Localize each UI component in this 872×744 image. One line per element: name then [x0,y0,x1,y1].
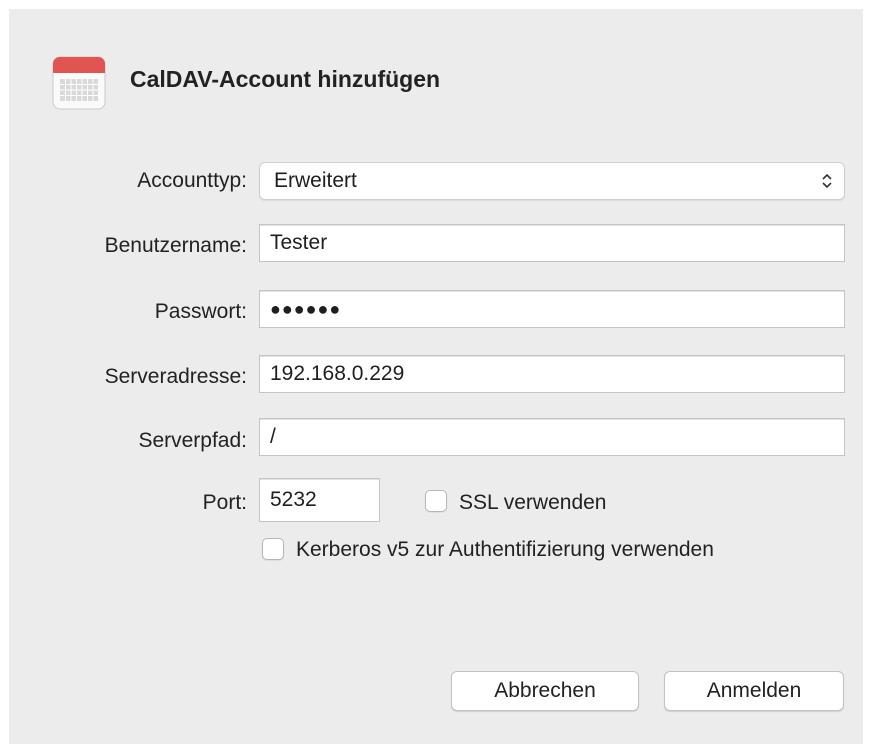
server-address-label: Serveradresse: [104,365,247,388]
port-label: Port: [202,491,247,514]
server-path-label: Serverpfad: [138,429,247,452]
account-type-select[interactable]: Erweitert [259,162,845,200]
password-field[interactable]: ●●●●●● [259,290,845,328]
cancel-button[interactable]: Abbrechen [451,671,639,711]
username-value: Tester [270,231,328,254]
password-value: ●●●●●● [270,299,342,319]
password-label: Passwort: [154,300,247,323]
kerberos-checkbox[interactable] [262,538,284,560]
username-label: Benutzername: [104,234,247,257]
server-path-value: / [270,425,276,448]
port-field[interactable]: 5232 [259,478,380,522]
server-path-field[interactable]: / [259,418,845,456]
dialog-title: CalDAV-Account hinzufügen [130,66,441,92]
server-address-value: 192.168.0.229 [270,362,405,385]
signin-button[interactable]: Anmelden [664,671,844,711]
account-type-label: Accounttyp: [137,169,247,192]
username-field[interactable]: Tester [259,224,845,262]
server-address-field[interactable]: 192.168.0.229 [259,355,845,393]
calendar-icon [52,56,106,110]
account-type-value: Erweitert [274,169,357,192]
ssl-checkbox[interactable] [425,490,447,512]
ssl-checkbox-label: SSL verwenden [459,491,607,514]
chevron-updown-icon [822,173,832,189]
port-value: 5232 [270,488,317,511]
kerberos-checkbox-label: Kerberos v5 zur Authentifizierung verwen… [296,538,714,561]
